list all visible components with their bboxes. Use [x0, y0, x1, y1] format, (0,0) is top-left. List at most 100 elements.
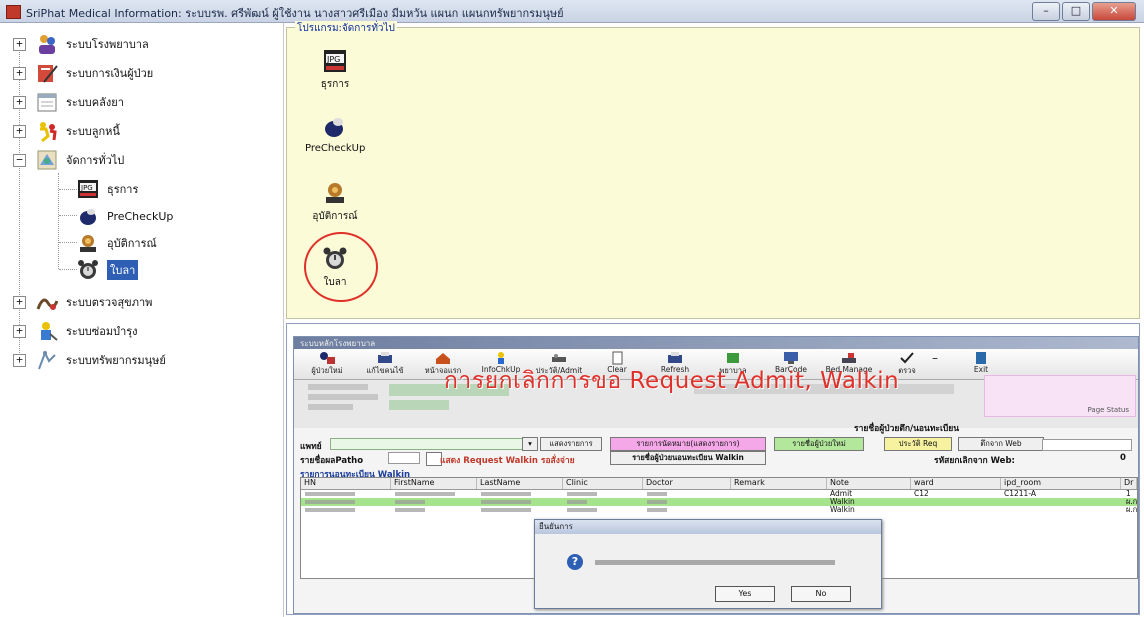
program-label: ธุรการ [320, 79, 350, 90]
tree-item-hr[interactable]: + ระบบทรัพยากรมนุษย์ [13, 347, 166, 373]
walkin-list-button[interactable]: รายชื่อผู้ป่วยนอนทะเบียน Walkin [610, 451, 766, 465]
dialog-title: ยืนยันการ [535, 520, 881, 534]
tree-item-label: ธุรการ [107, 183, 139, 196]
expand-icon[interactable]: + [13, 95, 26, 109]
highlight-circle [304, 232, 378, 302]
window-titlebar: SriPhat Medical Information: ระบบรพ. ศรี… [0, 0, 1144, 23]
request-walkin-label: แสดง Request Walkin รอสั่งจ่าย [440, 456, 575, 466]
yes-button[interactable]: Yes [715, 586, 775, 602]
jpg-file-icon: JPG [77, 178, 99, 200]
program-panel: โปรแกรม:จัดการทั่วไป JPG ธุรการ PreCheck… [286, 21, 1140, 319]
maximize-button[interactable]: □ [1062, 2, 1090, 21]
ward-web-button[interactable]: ตึกจาก Web [958, 437, 1044, 451]
tree-item-finance[interactable]: + ระบบการเงินผู้ป่วย [13, 60, 153, 86]
table-row[interactable]: Admit C12 C1211-A 1 [301, 490, 1137, 498]
tree-item-health-check[interactable]: + ระบบตรวจสุขภาพ [13, 289, 152, 315]
column-header[interactable]: HN [301, 478, 391, 489]
expand-icon[interactable]: + [13, 353, 26, 367]
program-precheckup[interactable]: PreCheckUp [305, 114, 365, 154]
toolbar-separator: – [932, 351, 938, 365]
expand-icon[interactable]: + [13, 124, 26, 138]
printer-icon [376, 351, 394, 365]
doctor-label: แพทย์ [300, 442, 322, 452]
tree-item-general[interactable]: − จัดการทั่วไป [13, 147, 124, 173]
tree-item-label: ใบลา [107, 260, 139, 280]
column-header[interactable]: Remark [731, 478, 827, 489]
program-incident[interactable]: อุบัติการณ์ [305, 180, 365, 224]
column-header[interactable]: ward [911, 478, 1001, 489]
minimize-button[interactable]: – [1032, 2, 1060, 21]
collapse-icon[interactable]: − [13, 153, 26, 167]
tree-item-label: ระบบโรงพยาบาล [66, 38, 149, 51]
program-label: อุบัติการณ์ [312, 211, 358, 222]
toolbar-new-patient-button[interactable]: ผู้ป่วยใหม่ [300, 351, 354, 377]
table-row[interactable]: Walkin ผ.ก [301, 498, 1137, 506]
tree-item-admin[interactable]: JPG ธุรการ [77, 176, 138, 202]
column-header[interactable]: LastName [477, 478, 563, 489]
check-icon [898, 351, 916, 365]
dropdown-arrow-icon[interactable]: ▾ [522, 437, 538, 451]
tree-item-debtors[interactable]: + ระบบลูกหนี้ [13, 118, 120, 144]
expand-icon[interactable]: + [13, 295, 26, 309]
app-icon [6, 5, 21, 19]
drop-pill-icon [322, 114, 348, 140]
tree-item-label: ระบบตรวจสุขภาพ [66, 296, 153, 309]
doctor-select[interactable] [330, 438, 534, 450]
web-cancel-label: รหัสยกเลิกจาก Web: [934, 456, 1015, 466]
inner-titlebar: ระบบหลักโรงพยาบาล [294, 337, 1138, 349]
patient-icon [318, 351, 336, 365]
navigation-tree: + ระบบโรงพยาบาล + ระบบการเงินผู้ป่วย + ร… [0, 23, 284, 617]
expand-icon[interactable]: + [13, 37, 26, 51]
toolbar-edit-patient-button[interactable]: แก้ไขคนไข้ [358, 351, 412, 377]
column-header[interactable]: Dr [1121, 478, 1137, 489]
confirm-dialog: ยืนยันการ ? Yes No [534, 519, 882, 609]
close-button[interactable]: ✕ [1092, 2, 1136, 21]
no-button[interactable]: No [791, 586, 851, 602]
exit-icon [972, 351, 990, 365]
show-list-button[interactable]: แสดงรายการ [540, 437, 602, 451]
tree-item-label: ระบบลูกหนี้ [66, 125, 120, 138]
column-header[interactable]: Note [827, 478, 911, 489]
window-title: SriPhat Medical Information: ระบบรพ. ศรี… [26, 7, 564, 20]
hospital-users-icon [36, 33, 58, 55]
new-patient-list-button[interactable]: รายชื่อผู้ป่วยใหม่ [774, 437, 864, 451]
tree-item-label: ระบบคลังยา [66, 96, 124, 109]
jpg-file-icon: JPG [322, 48, 348, 74]
svg-text:JPG: JPG [80, 184, 93, 192]
finance-pen-icon [36, 62, 58, 84]
tree-item-leave[interactable]: ใบลา [77, 257, 139, 283]
column-header[interactable]: Clinic [563, 478, 643, 489]
tree-item-label: PreCheckUp [107, 209, 174, 223]
svg-text:JPG: JPG [326, 55, 340, 64]
tree-item-label: ระบบซ่อมบำรุง [66, 325, 138, 338]
column-header[interactable]: FirstName [391, 478, 477, 489]
status-box-label: Page Status [1087, 406, 1129, 414]
tree-item-label: จัดการทั่วไป [66, 154, 125, 167]
table-row[interactable]: Walkin ผ.ก [301, 506, 1137, 514]
status-box: Page Status [984, 375, 1136, 417]
tree-item-label: อุบัติการณ์ [107, 237, 157, 250]
health-check-icon [36, 291, 59, 313]
tree-item-pharmacy[interactable]: + ระบบคลังยา [13, 89, 124, 115]
hr-people-icon [36, 349, 58, 371]
program-label: PreCheckUp [305, 143, 366, 154]
web-input[interactable] [1042, 439, 1132, 451]
appointment-list-button[interactable]: รายการนัดหมาย(แสดงรายการ) [610, 437, 766, 451]
tree-item-precheckup[interactable]: PreCheckUp [77, 203, 173, 229]
tree-item-maintenance[interactable]: + ระบบซ่อมบำรุง [13, 318, 138, 344]
expand-icon[interactable]: + [13, 324, 26, 338]
window-controls: – □ ✕ [1032, 2, 1136, 21]
tree-item-hospital[interactable]: + ระบบโรงพยาบาล [13, 31, 149, 57]
expand-icon[interactable]: + [13, 66, 26, 80]
toolbar-exit-button[interactable]: Exit [954, 351, 1008, 374]
column-header[interactable]: Doctor [643, 478, 731, 489]
network-tools-icon [36, 149, 58, 171]
drop-pill-icon [77, 205, 99, 227]
history-list-label: รายชื่อผู้ป่วยตึก/นอนทะเบียน [854, 424, 960, 434]
request-history-button[interactable]: ประวัติ Req [884, 437, 952, 451]
alarm-clock-icon [77, 259, 99, 281]
column-header[interactable]: ipd_room [1001, 478, 1121, 489]
patho-input[interactable] [388, 452, 420, 464]
tree-item-incident[interactable]: อุบัติการณ์ [77, 230, 157, 256]
program-admin[interactable]: JPG ธุรการ [305, 48, 365, 92]
